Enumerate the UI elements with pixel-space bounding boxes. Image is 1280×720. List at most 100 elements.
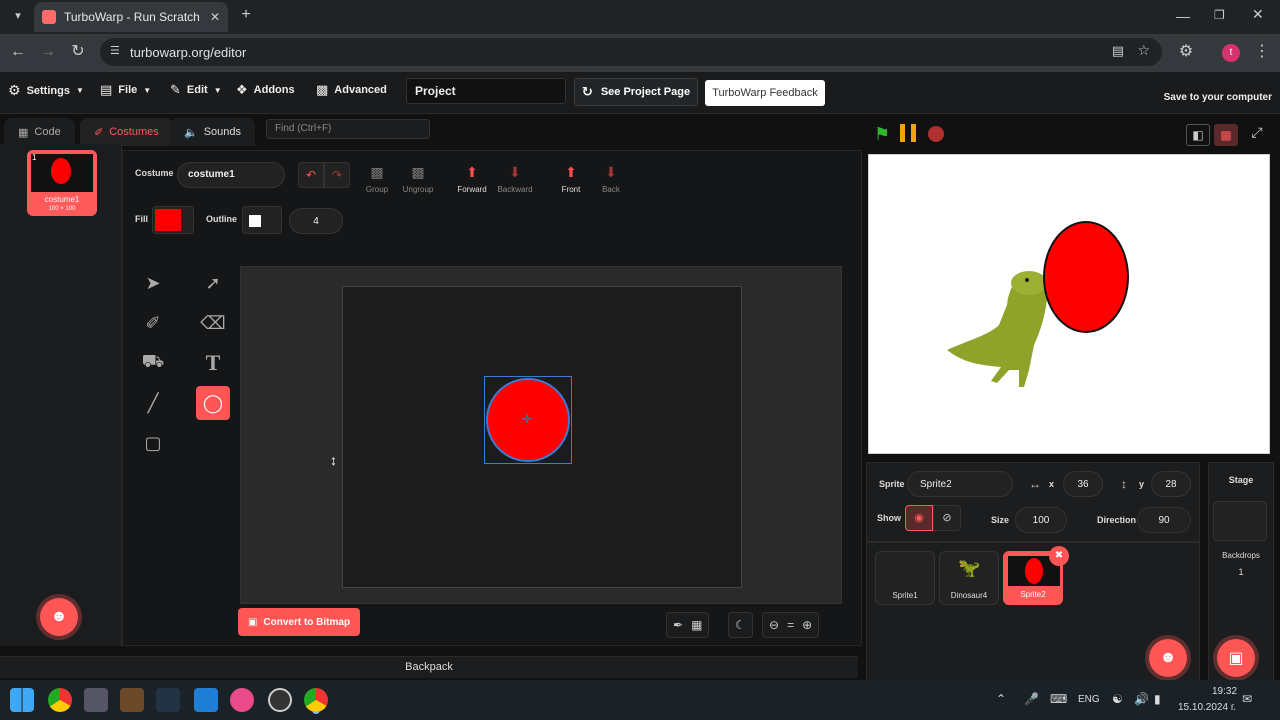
zoom-in-icon[interactable]: ⊕	[802, 618, 812, 632]
fullscreen-icon[interactable]: ⤢	[1246, 124, 1268, 146]
close-window-icon[interactable]: ✕	[1252, 6, 1264, 23]
front-button[interactable]: ⬆ Front	[556, 164, 586, 194]
bookmark-star-icon[interactable]: ☆	[1137, 42, 1150, 59]
delete-sprite-icon[interactable]: ✖	[1049, 546, 1069, 566]
save-to-computer-button[interactable]: Save to your computer	[1164, 92, 1272, 103]
flip-icon[interactable]: ▦	[691, 618, 702, 632]
rectangle-tool[interactable]: ▢	[136, 426, 170, 460]
backpack-bar[interactable]: Backpack	[0, 656, 858, 678]
direction-input[interactable]: 90	[1137, 507, 1191, 533]
find-input[interactable]: Find (Ctrl+F)	[266, 119, 430, 139]
reshape-tool[interactable]: ➚	[196, 266, 230, 300]
sprite-card[interactable]: Sprite1	[875, 551, 935, 605]
ungroup-button[interactable]: ▩ Ungroup	[400, 164, 436, 194]
browser-menu-icon[interactable]: ⋮	[1250, 40, 1274, 64]
group-button[interactable]: ▩ Group	[362, 164, 392, 194]
tray-chevron-icon[interactable]: ⌃	[996, 692, 1006, 706]
close-tab-icon[interactable]: ✕	[210, 10, 220, 24]
see-project-page-button[interactable]: ↻ See Project Page	[574, 78, 698, 106]
back-button[interactable]: ⬇ Back	[596, 164, 626, 194]
fill-color-picker[interactable]	[152, 206, 194, 234]
restore-icon[interactable]: ❐	[1214, 8, 1225, 22]
green-flag-icon[interactable]: ⚑	[874, 124, 890, 145]
convert-to-bitmap-button[interactable]: ▣ Convert to Bitmap	[238, 608, 360, 636]
select-tool[interactable]: ➤	[136, 266, 170, 300]
choose-costume-button[interactable]: ☻	[40, 598, 78, 636]
clock-date[interactable]: 15.10.2024 г.	[1178, 702, 1236, 713]
eraser-tool[interactable]: ⌫	[196, 306, 230, 340]
tab-sounds[interactable]: 🔈 Sounds	[170, 118, 256, 146]
minecraft-icon[interactable]	[120, 688, 144, 712]
chrome-active-icon[interactable]	[304, 688, 328, 712]
line-tool[interactable]: ╱	[136, 386, 170, 420]
circle-tool[interactable]: ◯	[196, 386, 230, 420]
y-input[interactable]: 28	[1151, 471, 1191, 497]
heart-app-icon[interactable]	[230, 688, 254, 712]
tab-list-chevron-icon[interactable]: ▾	[8, 6, 28, 26]
keyboard-icon[interactable]: ⌨	[1050, 692, 1067, 706]
stage-selector[interactable]: Stage Backdrops 1 ▣	[1208, 462, 1274, 682]
sprite-card[interactable]: 🦖 Dinosaur4	[939, 551, 999, 605]
brush-tool[interactable]: ✐	[136, 306, 170, 340]
tab-code[interactable]: ▦ Code	[4, 118, 75, 146]
outline-color-picker[interactable]	[242, 206, 282, 234]
notification-bell-icon[interactable]: ✉	[1242, 692, 1252, 706]
settings-menu[interactable]: ⚙ Settings ▼	[8, 82, 84, 99]
stop-icon[interactable]	[928, 126, 944, 142]
minimize-icon[interactable]: —	[1176, 8, 1190, 24]
volume-icon[interactable]: 🔊	[1134, 692, 1149, 706]
install-icon[interactable]: ▤	[1112, 43, 1124, 59]
back-icon[interactable]: ←	[6, 40, 30, 64]
terminal-icon[interactable]	[156, 688, 180, 712]
stage-canvas[interactable]	[868, 154, 1270, 454]
extensions-icon[interactable]: ⚙	[1174, 40, 1198, 64]
browser-tab[interactable]: TurboWarp - Run Scratch proje ✕	[34, 2, 228, 32]
backward-button[interactable]: ⬇ Backward	[494, 164, 536, 194]
costume-name-input[interactable]: costume1	[177, 162, 285, 188]
project-title-input[interactable]: Project	[406, 78, 566, 104]
fill-tool[interactable]: ⛟	[136, 346, 170, 380]
outline-width-input[interactable]: 4	[289, 208, 343, 234]
redo-button[interactable]: ↷	[324, 162, 350, 188]
feedback-button[interactable]: TurboWarp Feedback	[705, 80, 825, 106]
choose-sprite-button[interactable]: ☻	[1149, 639, 1187, 677]
forward-icon[interactable]: →	[36, 40, 60, 64]
language-indicator[interactable]: ENG	[1078, 694, 1100, 705]
url-field[interactable]: ☰ turbowarp.org/editor ▤ ☆	[100, 38, 1162, 66]
sprite-name-input[interactable]: Sprite2	[907, 471, 1013, 497]
small-stage-icon[interactable]: ◧	[1186, 124, 1210, 146]
reload-icon[interactable]: ↻	[66, 40, 90, 64]
tab-costumes[interactable]: ✐ Costumes	[80, 118, 173, 146]
undo-button[interactable]: ↶	[298, 162, 324, 188]
zoom-out-icon[interactable]: ⊖	[769, 618, 779, 632]
theme-toggle[interactable]: ☾	[728, 612, 753, 638]
advanced-menu[interactable]: ▩ Advanced	[316, 82, 387, 98]
edit-menu[interactable]: ✎ Edit ▼	[170, 82, 222, 98]
large-stage-icon[interactable]: ▩	[1214, 124, 1238, 146]
show-visible-button[interactable]: ◉	[905, 505, 933, 531]
eyedropper-icon[interactable]: ✒	[673, 618, 683, 632]
site-info-icon[interactable]: ☰	[110, 44, 120, 57]
forward-button[interactable]: ⬆ Forward	[454, 164, 490, 194]
profile-avatar[interactable]: t	[1222, 44, 1240, 62]
chrome-icon[interactable]	[48, 688, 72, 712]
zoom-reset-icon[interactable]: =	[787, 618, 794, 632]
camera-icon[interactable]	[84, 688, 108, 712]
x-input[interactable]: 36	[1063, 471, 1103, 497]
battery-icon[interactable]: ▮	[1154, 692, 1161, 706]
costume-thumbnail[interactable]: 1 costume1 100 × 100	[27, 150, 97, 216]
file-menu[interactable]: ▤ File ▼	[100, 82, 151, 98]
choose-backdrop-button[interactable]: ▣	[1217, 639, 1255, 677]
wifi-icon[interactable]: ☯	[1112, 692, 1123, 706]
red-ellipse-sprite[interactable]	[1043, 221, 1129, 333]
addons-button[interactable]: ❖ Addons	[236, 82, 295, 98]
show-hidden-button[interactable]: ⊘	[933, 505, 961, 531]
pause-icon[interactable]	[900, 124, 916, 142]
size-input[interactable]: 100	[1015, 507, 1067, 533]
microphone-icon[interactable]: 🎤	[1024, 692, 1039, 706]
text-tool[interactable]: T	[196, 346, 230, 380]
clock-time[interactable]: 19:32	[1212, 686, 1237, 697]
windows-start-icon[interactable]	[10, 688, 34, 712]
new-tab-icon[interactable]: +	[236, 5, 256, 25]
vscode-icon[interactable]	[194, 688, 218, 712]
